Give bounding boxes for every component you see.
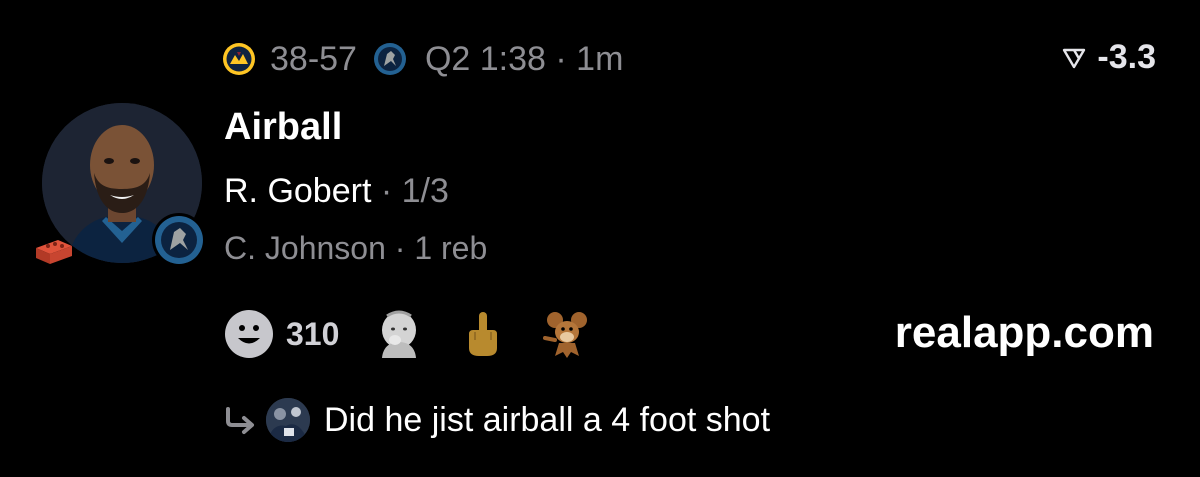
- game-score: 38-57: [270, 39, 357, 78]
- smiley-icon: [224, 309, 274, 359]
- odds-tag-icon: [1061, 45, 1087, 71]
- baby-thinking-emoji[interactable]: [373, 308, 425, 360]
- reply-arrow-icon: [224, 405, 260, 435]
- score-row[interactable]: 38-57 Q2 1:38 · 1m: [222, 36, 623, 82]
- secondary-player-line[interactable]: C. Johnson · 1 reb: [224, 230, 487, 267]
- secondary-player-stat: · 1 reb: [394, 230, 488, 266]
- game-clock: Q2 1:38 · 1m: [424, 39, 624, 78]
- brick-icon: [34, 236, 74, 266]
- secondary-player-name[interactable]: C. Johnson: [224, 230, 386, 266]
- brand-watermark: realapp.com: [894, 308, 1154, 357]
- primary-player-stat: · 1/3: [380, 172, 449, 210]
- reactions-bar: 310: [224, 306, 593, 362]
- odds-value: -3.3: [1097, 38, 1156, 76]
- primary-player-name[interactable]: R. Gobert: [224, 172, 371, 210]
- middle-finger-emoji[interactable]: [457, 308, 509, 360]
- odds-indicator[interactable]: -3.3: [1061, 38, 1156, 77]
- timberwolves-logo-icon: [373, 42, 407, 76]
- timberwolves-logo-icon: [155, 216, 203, 264]
- play-title: Airball: [224, 106, 343, 148]
- nuggets-logo-icon: [222, 42, 256, 76]
- cartoon-mouse-emoji[interactable]: [541, 308, 593, 360]
- primary-player-line[interactable]: R. Gobert · 1/3: [224, 172, 449, 211]
- add-reaction-button[interactable]: 310: [224, 309, 339, 359]
- reply-row[interactable]: Did he jist airball a 4 foot shot: [224, 396, 770, 444]
- player-team-badge: [152, 213, 206, 267]
- user-avatar-icon[interactable]: [266, 398, 310, 442]
- reply-text: Did he jist airball a 4 foot shot: [324, 400, 771, 439]
- reaction-count: 310: [286, 315, 340, 352]
